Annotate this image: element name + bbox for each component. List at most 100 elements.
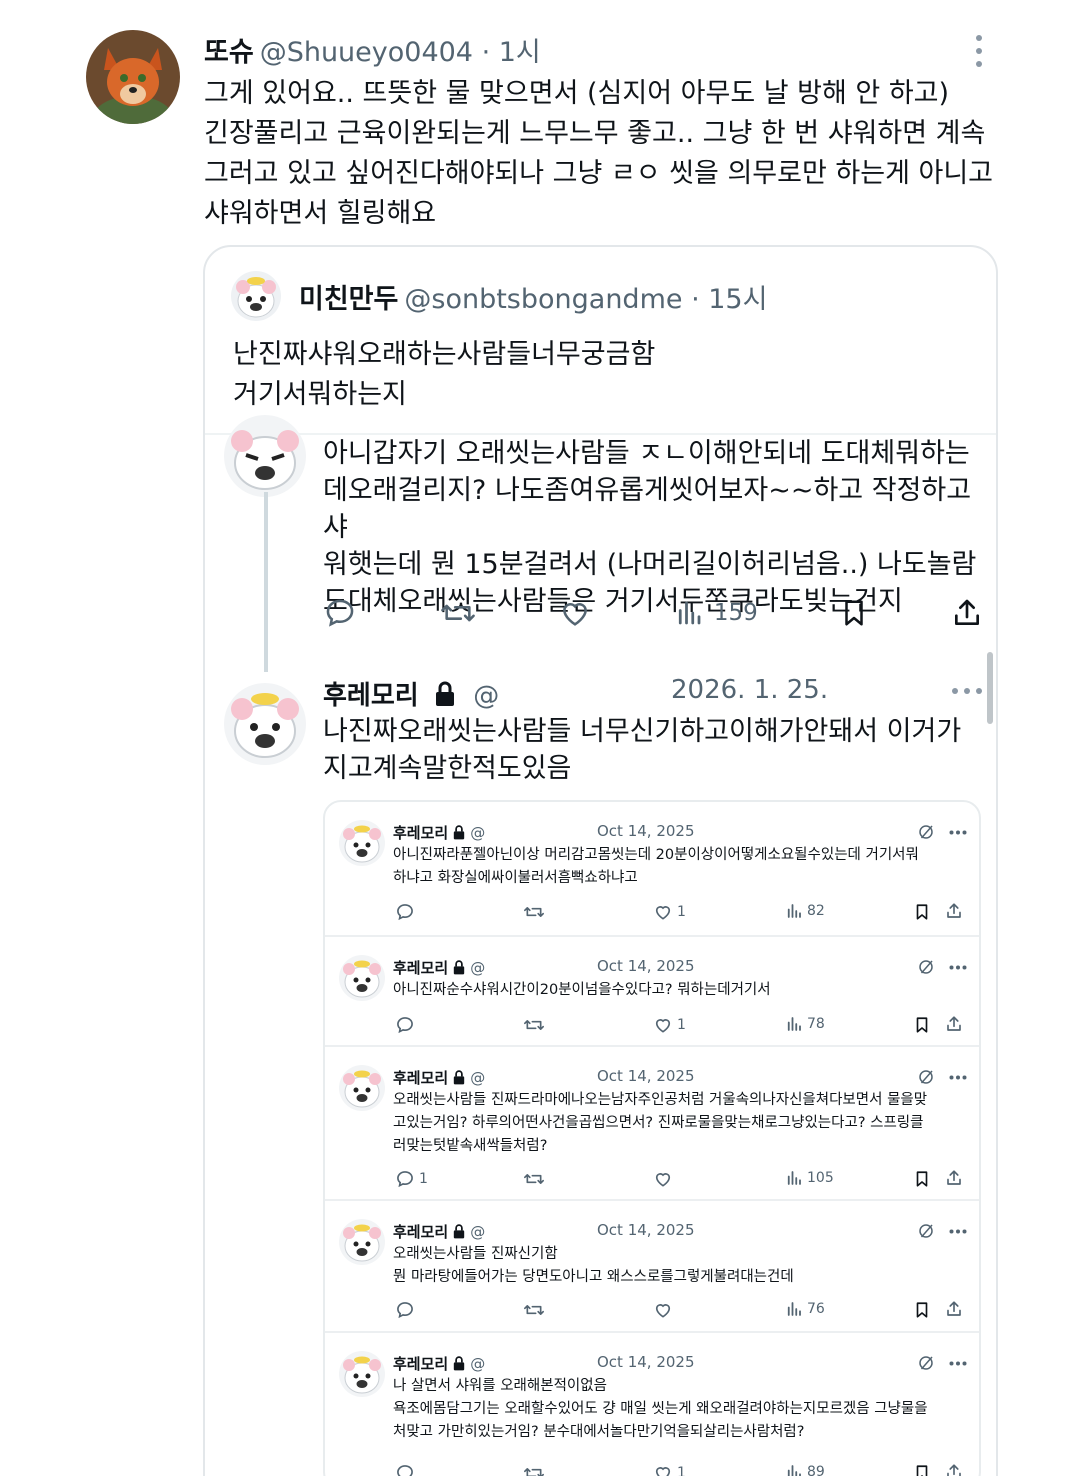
embedded-avatar (339, 1351, 385, 1397)
embedded-tweet: 후레모리 @ Oct 14, 2025 아니진짜순수샤워시간이20분이넘을수있다고? … (325, 935, 979, 1045)
embedded-date: Oct 14, 2025 (597, 1221, 695, 1239)
share-icon (947, 1301, 961, 1316)
share-button[interactable] (951, 597, 983, 629)
reply2-header: 후레모리 @ 2026. 1. 25. (323, 675, 983, 711)
reply-icon (397, 1302, 413, 1319)
embedded-views: 76 (785, 1300, 825, 1318)
grok-icon (919, 825, 933, 839)
embedded-handle: @ (470, 1355, 486, 1373)
embedded-views: 78 (785, 1015, 825, 1033)
retweet-icon (524, 1468, 544, 1476)
embedded-avatar (339, 1065, 385, 1111)
reply-icon (397, 904, 413, 921)
more-icon (949, 1361, 967, 1366)
embedded-like (653, 1300, 677, 1320)
embedded-text: 아니진짜순수샤워시간이20분이넘을수있다고? 뭐하는데거기서 (393, 982, 771, 998)
more-icon[interactable] (951, 687, 983, 695)
embedded-retweet (523, 1300, 545, 1320)
reply-count: 1 (419, 1171, 428, 1187)
embedded-share (945, 1015, 963, 1033)
embedded-share (945, 902, 963, 920)
embedded-bookmark (913, 1015, 931, 1035)
grok-icon (919, 1070, 933, 1084)
embedded-tweet: 후레모리 @ Oct 14, 2025 아니진짜라푼젤아닌이상 머리감고몸씻는데 20… (325, 802, 979, 935)
tweet-header: 또슈 @Shuueyo0404 · 1시 (204, 30, 541, 69)
more-icon (949, 1075, 967, 1080)
reply2-handle[interactable]: @ (473, 681, 499, 711)
like-count: 1 (677, 1017, 686, 1033)
embedded-author-name: 후레모리 (393, 1223, 449, 1241)
embedded-tweet: 후레모리 @ Oct 14, 2025 오래씻는사람들 진짜신기함 뭔 마라탕에들어가… (325, 1199, 979, 1331)
lock-icon (435, 681, 454, 706)
views-count: 159 (713, 600, 758, 626)
lock-icon (454, 825, 465, 840)
embedded-like (653, 1169, 677, 1189)
embedded-views: 89 (785, 1463, 825, 1476)
views-icon (787, 1171, 801, 1185)
bookmark-icon (916, 1171, 928, 1187)
author-avatar[interactable] (86, 30, 180, 124)
like-button[interactable] (558, 596, 592, 630)
like-count: 1 (677, 904, 686, 920)
embedded-avatar (339, 955, 385, 1001)
share-icon (947, 1170, 961, 1185)
quoted-author-handle-time[interactable]: @sonbtsbongandme · 15시 (404, 284, 767, 315)
retweet-button[interactable] (439, 596, 477, 630)
embedded-retweet (523, 1463, 545, 1476)
embedded-reply (395, 902, 419, 922)
embedded-date: Oct 14, 2025 (597, 1353, 695, 1371)
embedded-actions: 1 78 (395, 1015, 961, 1037)
embedded-actions: 1 105 (395, 1169, 961, 1191)
lock-icon (454, 1224, 465, 1239)
bookmark-button[interactable] (839, 597, 869, 629)
embedded-text: 오래씻는사람들 진짜신기함 뭔 마라탕에들어가는 당면도아니고 왜스스로를그렇게… (393, 1246, 794, 1285)
views-icon (787, 1302, 801, 1316)
embedded-like: 1 (653, 1463, 686, 1476)
embedded-retweet (523, 1015, 545, 1035)
embedded-author-name: 후레모리 (393, 824, 449, 842)
embedded-tweet: 후레모리 @ Oct 14, 2025 나 살면서 샤워를 오래해본적이없음 욕조에몸… (325, 1331, 979, 1476)
heart-icon (655, 1304, 671, 1318)
bookmark-icon (916, 904, 928, 920)
more-icon (949, 965, 967, 970)
reply2-author-avatar[interactable] (224, 683, 306, 765)
grok-icon (919, 960, 933, 974)
quoted-tweet-card[interactable]: 미친만두 @sonbtsbongandme · 15시 난진짜샤워오래하는사람들너… (203, 245, 998, 1476)
embedded-views: 82 (785, 902, 825, 920)
author-name[interactable]: 또슈 (204, 37, 254, 68)
reply-author-avatar[interactable] (224, 415, 306, 497)
embedded-author-name: 후레모리 (393, 959, 449, 977)
retweet-icon (523, 1305, 544, 1315)
embedded-share (945, 1169, 963, 1187)
embedded-views: 105 (785, 1169, 834, 1187)
author-handle-time[interactable]: @Shuueyo0404 · 1시 (260, 37, 541, 68)
lock-icon (454, 960, 465, 975)
reply2-author-name[interactable]: 후레모리 (323, 681, 419, 711)
quoted-author-name[interactable]: 미친만두 (299, 284, 398, 315)
embedded-date: Oct 14, 2025 (597, 957, 695, 975)
lock-icon (454, 1070, 465, 1085)
heart-icon (655, 1173, 671, 1187)
reply-icon (397, 1017, 413, 1034)
retweet-icon (523, 1020, 544, 1030)
embedded-reply (395, 1015, 419, 1035)
reply-icon (326, 599, 354, 627)
reply-button[interactable] (323, 596, 357, 630)
embedded-tweet: 후레모리 @ Oct 14, 2025 오래씻는사람들 진짜드라마에나오는남자주인공처… (325, 1045, 979, 1199)
reply-actions: 159 (323, 593, 983, 633)
retweet-icon (440, 604, 475, 622)
embedded-header: 후레모리 @ Oct 14, 2025 (393, 957, 969, 979)
views-button[interactable]: 159 (674, 598, 758, 628)
heart-icon (655, 906, 671, 920)
tweet-text: 그게 있어요.. 뜨뜻한 물 맞으면서 (심지어 아무도 날 방해 안 하고) … (204, 78, 994, 229)
share-icon (947, 1016, 961, 1031)
reply2-text: 나진짜오래씻는사람들 너무신기하고이해가안돼서 이거가 지고계속말한적도있음 (323, 716, 962, 784)
embedded-header: 후레모리 @ Oct 14, 2025 (393, 822, 969, 844)
quoted-author-avatar (231, 271, 281, 321)
embedded-bookmark (913, 1300, 931, 1320)
more-options-icon[interactable] (970, 34, 988, 68)
more-icon (949, 830, 967, 835)
embedded-like: 1 (653, 1015, 686, 1035)
reply2-date[interactable]: 2026. 1. 25. (671, 675, 828, 705)
embedded-header: 후레모리 @ Oct 14, 2025 (393, 1067, 969, 1089)
